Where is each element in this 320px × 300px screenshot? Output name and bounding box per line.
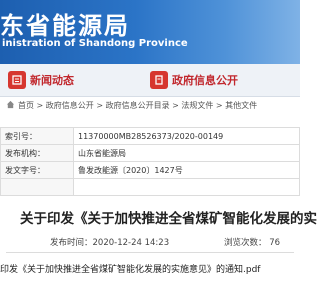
main-nav: 新闻动态 政府信息公开 — [0, 64, 300, 97]
info-value — [73, 178, 300, 196]
view-count: 浏览次数： 76 — [224, 238, 281, 248]
news-icon — [8, 71, 26, 89]
document-info-table: 索引号： 11370000MB28526373/2020-00149 发布机构：… — [0, 127, 300, 196]
info-value: 11370000MB28526373/2020-00149 — [73, 127, 300, 145]
info-key: 发布机构： — [0, 144, 74, 162]
home-icon — [6, 100, 15, 109]
doc-meta: 发布时间：2020-12-24 14:23 浏览次数： 76 — [0, 236, 300, 250]
breadcrumb-text[interactable]: 首页 > 政府信息公开 > 政府信息公开目录 > 法规文件 > 其他文件 — [18, 100, 257, 111]
table-row: 发文字号： 鲁发改能源〔2020〕1427号 — [0, 161, 300, 179]
info-key — [0, 178, 74, 196]
info-value: 鲁发改能源〔2020〕1427号 — [73, 161, 300, 179]
nav-item-news[interactable]: 新闻动态 — [8, 70, 74, 90]
table-row: 索引号： 11370000MB28526373/2020-00149 — [0, 127, 300, 145]
page-title: 关于印发《关于加快推进全省煤矿智能化发展的实 — [20, 211, 317, 227]
info-key: 索引号： — [0, 127, 74, 145]
table-row: 发布机构： 山东省能源局 — [0, 144, 300, 162]
nav-item-gov-info[interactable]: 政府信息公开 — [150, 70, 238, 90]
divider — [6, 252, 294, 253]
nav-gov-info-label: 政府信息公开 — [172, 74, 238, 87]
site-title-cn: 东省能源局 — [0, 12, 130, 40]
info-key: 发文字号： — [0, 161, 74, 179]
site-title-en: inistration of Shandong Province — [2, 38, 188, 49]
attachment-link[interactable]: 印发《关于加快推进全省煤矿智能化发展的实施意见》的通知.pdf — [0, 262, 260, 275]
table-row — [0, 178, 300, 196]
document-icon — [150, 71, 168, 89]
nav-news-label: 新闻动态 — [30, 74, 74, 87]
publish-date: 发布时间：2020-12-24 14:23 — [50, 238, 170, 248]
site-header: 东省能源局 inistration of Shandong Province — [0, 0, 300, 64]
breadcrumb: 首页 > 政府信息公开 > 政府信息公开目录 > 法规文件 > 其他文件 — [0, 97, 300, 113]
info-value: 山东省能源局 — [73, 144, 300, 162]
